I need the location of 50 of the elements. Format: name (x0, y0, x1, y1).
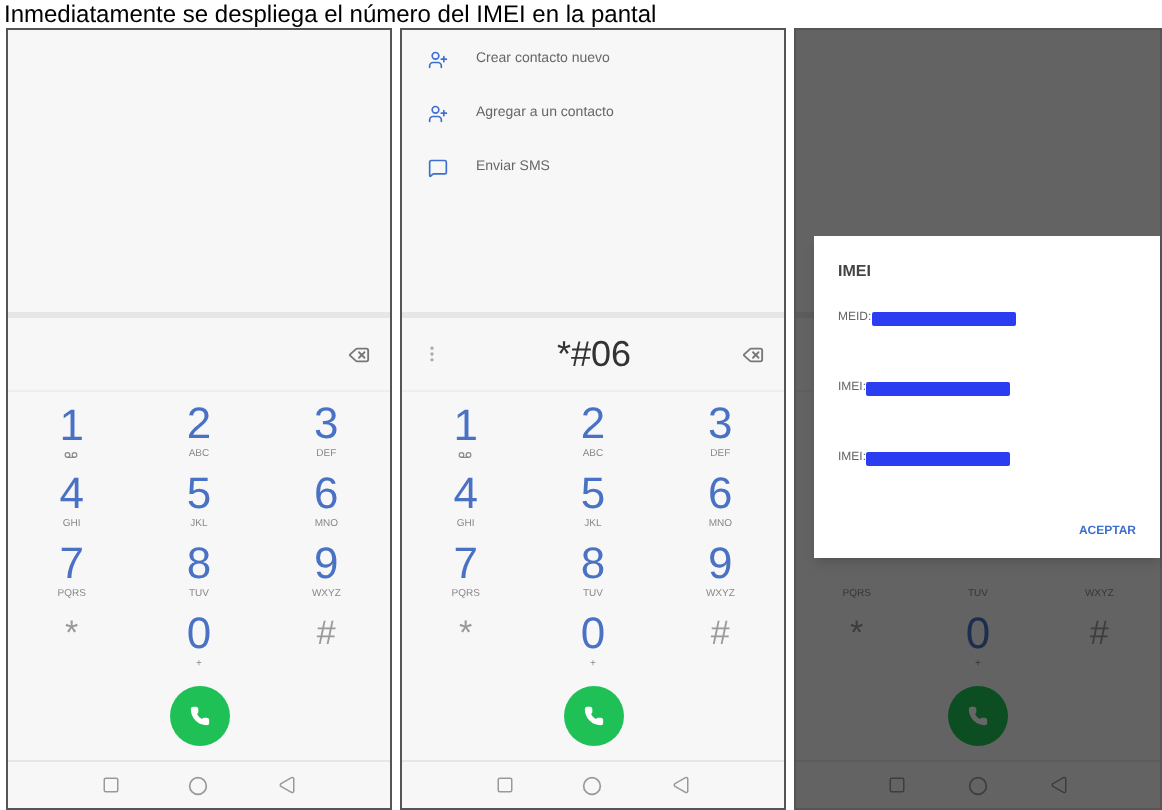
dial-key[interactable]: 0 (580, 612, 606, 656)
recents-icon[interactable] (102, 776, 121, 794)
dial-key[interactable]: 1 (59, 404, 84, 448)
add-person-icon (428, 50, 448, 70)
phone-icon (189, 706, 209, 726)
phone-icon (968, 706, 988, 726)
dial-key[interactable]: 8 (580, 542, 606, 586)
voicemail-icon (64, 448, 79, 462)
dialed-number: *#06 (556, 333, 632, 373)
recents-icon[interactable] (496, 776, 515, 794)
dial-key[interactable]: 3 (708, 402, 733, 446)
dial-key[interactable]: 2 (580, 402, 606, 446)
home-icon[interactable] (582, 775, 603, 795)
dial-key[interactable]: 7 (59, 542, 84, 586)
dial-key[interactable]: 6 (708, 472, 733, 516)
message-icon (428, 158, 448, 178)
dial-key[interactable]: 4 (453, 472, 478, 516)
home-icon[interactable] (967, 775, 988, 795)
add-person-icon (428, 104, 448, 124)
dial-key[interactable]: 5 (580, 472, 606, 516)
call-button[interactable] (948, 686, 1008, 746)
home-icon[interactable] (188, 775, 209, 795)
dial-key[interactable]: # (316, 612, 336, 656)
backspace-icon[interactable] (348, 343, 370, 365)
back-icon[interactable] (277, 776, 296, 794)
voicemail-icon (458, 448, 473, 462)
dial-key[interactable]: 6 (314, 472, 339, 516)
dial-key[interactable]: 3 (314, 402, 339, 446)
back-icon[interactable] (671, 776, 690, 794)
dial-key[interactable]: 2 (186, 402, 212, 446)
call-button[interactable] (169, 686, 229, 746)
recents-icon[interactable] (887, 776, 906, 794)
dial-key[interactable]: 7 (453, 542, 478, 586)
dial-key[interactable]: * (65, 612, 79, 656)
dial-key[interactable]: 4 (59, 472, 84, 516)
dial-key[interactable]: 0 (186, 612, 212, 656)
dial-key[interactable]: 1 (453, 404, 478, 448)
dial-key[interactable]: 5 (186, 472, 212, 516)
phone-icon (583, 706, 603, 726)
dialog-title: IMEI (838, 260, 873, 284)
dial-key[interactable]: 0 (965, 612, 991, 656)
call-button[interactable] (563, 686, 623, 746)
backspace-icon[interactable] (742, 343, 764, 365)
dial-key[interactable]: 9 (708, 542, 733, 586)
dial-key[interactable]: # (710, 612, 730, 656)
dial-key[interactable]: 9 (314, 542, 339, 586)
dial-key[interactable]: * (459, 612, 473, 656)
back-icon[interactable] (1050, 776, 1069, 794)
caption-text: Inmediatamente se despliega el número del IMEI en la pantal (4, 2, 657, 28)
dial-key[interactable]: 8 (186, 542, 212, 586)
